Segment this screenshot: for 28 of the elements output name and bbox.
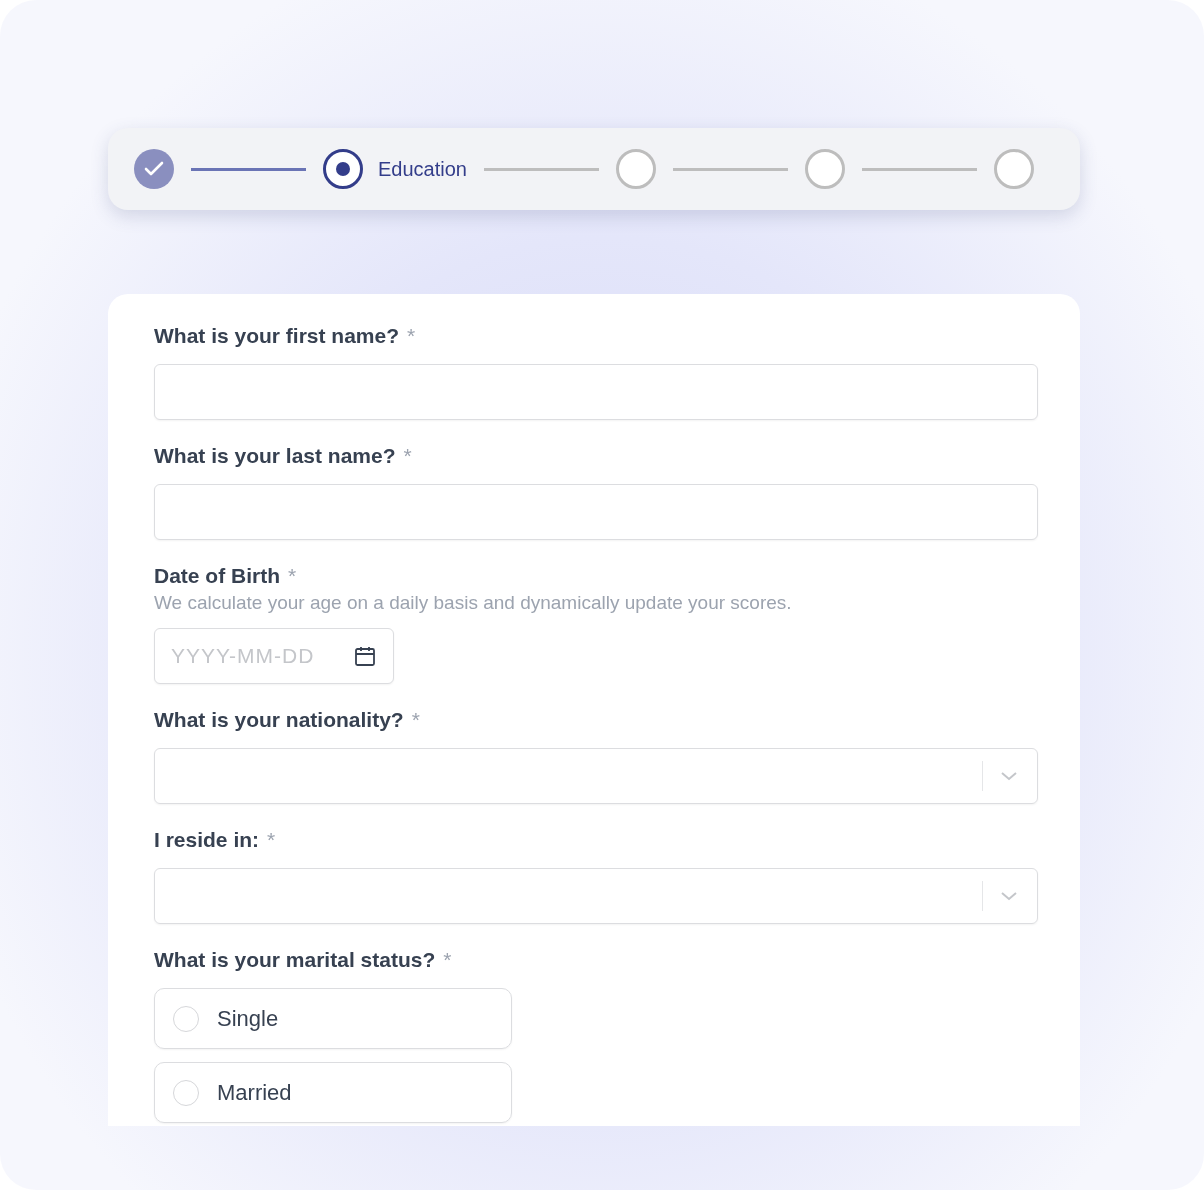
field-label: What is your nationality? xyxy=(154,708,404,732)
required-mark: * xyxy=(288,564,297,588)
field-label: What is your first name? xyxy=(154,324,400,348)
step-label: Education xyxy=(378,157,467,181)
required-mark: * xyxy=(403,444,412,468)
chevron-down-icon xyxy=(999,770,1019,782)
select-field[interactable] xyxy=(154,748,1038,804)
radio-option[interactable]: Single xyxy=(154,988,512,1049)
required-mark: * xyxy=(411,708,420,732)
select-field[interactable] xyxy=(154,868,1038,924)
option-label: Single xyxy=(217,1005,279,1032)
field-hint: We calculate your age on a daily basis and dynamically update your scores. xyxy=(154,592,793,614)
required-mark: * xyxy=(267,828,276,852)
required-mark: * xyxy=(407,324,416,348)
required-mark: * xyxy=(443,948,452,972)
field-label: I reside in: xyxy=(154,828,260,852)
field-label: Date of Birth xyxy=(154,564,280,588)
calendar-icon xyxy=(354,645,376,667)
field-label: What is your last name? xyxy=(154,444,396,468)
field-label: What is your marital status? xyxy=(154,948,436,972)
text-input[interactable] xyxy=(154,364,1038,420)
text-input[interactable] xyxy=(154,484,1038,540)
date-field[interactable]: YYYY-MM-DD xyxy=(154,628,394,684)
check-icon xyxy=(144,161,164,177)
step-indicator[interactable] xyxy=(323,149,363,189)
chevron-down-icon xyxy=(999,890,1019,902)
radio-option[interactable]: Married xyxy=(154,1062,512,1123)
option-label: Married xyxy=(217,1079,292,1106)
